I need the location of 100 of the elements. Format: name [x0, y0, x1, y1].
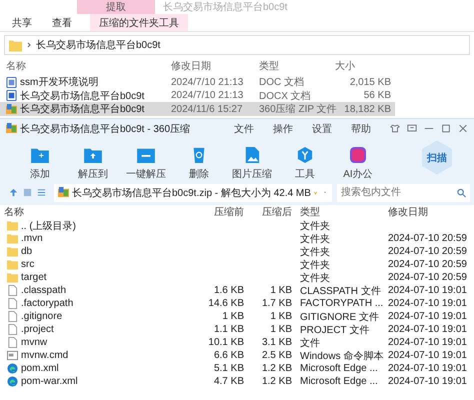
column-header[interactable]: 修改日期: [380, 204, 470, 218]
menu-item[interactable]: 帮助: [351, 122, 371, 136]
close-icon[interactable]: [458, 124, 468, 133]
file-type: 文件夹: [300, 234, 330, 244]
modified-date: 2024-07-10 19:01: [388, 362, 467, 374]
toolbar-button[interactable]: 图片压缩: [227, 146, 277, 180]
original-size: 10.1 KB: [208, 337, 244, 348]
file-name: ssm开发环境说明: [20, 76, 98, 89]
up-arrow-icon[interactable]: [9, 188, 18, 197]
file-size: 2,015 KB: [348, 76, 391, 88]
toolbar-button[interactable]: 删除: [174, 146, 224, 180]
window-title: 长乌交易市场信息平台b0c9t - 360压缩: [20, 122, 192, 136]
column-header[interactable]: 名称: [4, 204, 194, 218]
folder-icon: [137, 146, 155, 162]
file-row[interactable]: 长乌交易市场信息平台b0c9t 2024/11/6 15:27 360压缩 ZIP 文件 18,182 KB: [0, 102, 395, 116]
file-type: GITIGNORE 文件: [300, 312, 379, 322]
file-name: .classpath: [21, 285, 66, 296]
file-name: src: [21, 259, 34, 270]
modified-date: 2024-07-10 19:01: [388, 324, 467, 335]
file-name: pom.xml: [21, 362, 59, 374]
window-title: 长乌交易市场信息平台b0c9t: [163, 0, 288, 14]
file-name: pom-war.xml: [21, 376, 78, 386]
maximize-icon[interactable]: [441, 124, 451, 133]
file-name: 长乌交易市场信息平台b0c9t: [20, 102, 144, 116]
archive-icon: [6, 123, 17, 134]
file-type: DOCX 文档: [259, 90, 312, 102]
column-header[interactable]: 压缩前: [194, 204, 244, 218]
column-header[interactable]: 类型: [292, 204, 380, 218]
column-header[interactable]: 压缩后: [244, 204, 292, 218]
modified-date: 2024/11/6 15:27: [171, 104, 244, 114]
shirt-icon[interactable]: [390, 124, 400, 133]
ribbon-tab[interactable]: 共享: [4, 14, 40, 31]
file-type: 文件夹: [300, 246, 330, 258]
file-name: db: [21, 246, 32, 257]
column-header[interactable]: 类型: [259, 58, 335, 72]
file-size: 56 KB: [362, 90, 391, 101]
column-header[interactable]: 大小: [335, 58, 391, 72]
path-field[interactable]: 长乌交易市场信息平台b0c9t.zip - 解包大小为 42.4 MB: [54, 184, 332, 202]
compressed-size: 3.1 KB: [262, 337, 292, 348]
file-name: .gitignore: [21, 311, 62, 322]
original-size: 1.6 KB: [214, 285, 244, 296]
file-row[interactable]: 长乌交易市场信息平台b0c9t 2024/7/10 21:13 DOCX 文档 56 KB: [0, 88, 395, 102]
modified-date: 2024-07-10 19:01: [388, 311, 467, 322]
file-type: Windows 命令脚本: [300, 350, 384, 362]
archive-icon: [6, 104, 17, 114]
archive-icon: [58, 187, 69, 198]
modified-date: 2024/7/10 21:13: [171, 76, 244, 88]
file-row[interactable]: ssm开发环境说明 2024/7/10 21:13 DOC 文档 2,015 KB: [0, 75, 395, 88]
modified-date: 2024-07-10 19:01: [388, 337, 467, 348]
modified-date: 2024/7/10 21:13: [171, 90, 244, 101]
list-view-icon[interactable]: [37, 188, 46, 197]
file-type: Microsoft Edge ...: [300, 376, 378, 386]
file-type: 360压缩 ZIP 文件: [259, 102, 335, 116]
original-size: 6.6 KB: [214, 350, 244, 361]
compressed-size: 1.2 KB: [262, 362, 292, 374]
compressed-size: 1.2 KB: [262, 376, 292, 386]
file-type: 文件: [300, 338, 320, 348]
thumbnail-view-icon[interactable]: [23, 188, 32, 197]
compressed-size: 1 KB: [270, 311, 292, 322]
chevron-icon: [27, 42, 31, 48]
search-icon[interactable]: [454, 184, 470, 202]
toolbar-button[interactable]: AI办公: [333, 146, 383, 180]
toolbar-button[interactable]: 工具: [280, 146, 330, 180]
document-icon: [6, 90, 17, 101]
file-size: 18,182 KB: [343, 104, 391, 114]
contextual-tab-header: 提取: [77, 0, 155, 14]
column-header[interactable]: 修改日期: [171, 58, 259, 72]
file-type: Microsoft Edge ...: [300, 362, 378, 374]
modified-date: 2024-07-10 19:01: [388, 350, 467, 361]
modified-date: 2024-07-10 19:01: [388, 376, 467, 386]
menu-item[interactable]: 文件: [234, 122, 254, 136]
file-type: 文件夹: [300, 272, 330, 284]
file-type: PROJECT 文件: [300, 324, 370, 336]
original-size: 1.1 KB: [214, 324, 244, 335]
menu-item[interactable]: 操作: [273, 122, 293, 136]
chat-icon[interactable]: [407, 124, 417, 133]
column-header[interactable]: 名称: [6, 58, 171, 72]
archive-path: 长乌交易市场信息平台b0c9t.zip - 解包大小为 42.4 MB: [72, 186, 311, 200]
compressed-size: 2.5 KB: [262, 350, 292, 361]
hexagon-icon: [296, 146, 314, 162]
modified-date: 2024-07-10 20:59: [388, 259, 467, 270]
original-size: 5.1 KB: [214, 362, 244, 374]
image-file-icon: [243, 146, 261, 162]
compressed-size: 1 KB: [270, 324, 292, 335]
menu-item[interactable]: 设置: [312, 122, 332, 136]
toolbar-button[interactable]: 解压到: [68, 146, 118, 180]
address-bar[interactable]: 长乌交易市场信息平台b0c9t: [4, 35, 470, 55]
toolbar-button[interactable]: 添加: [15, 146, 65, 180]
file-name: .mvn: [21, 233, 43, 244]
search-field[interactable]: 搜索包内文件: [337, 184, 454, 202]
ribbon-tab[interactable]: 压缩的文件夹工具: [90, 14, 188, 31]
file-type: FACTORYPATH ...: [300, 298, 384, 308]
scan-button[interactable]: 扫描: [422, 140, 452, 174]
breadcrumb[interactable]: 长乌交易市场信息平台b0c9t: [36, 38, 160, 52]
add-folder-icon: [31, 146, 49, 162]
ribbon-tab[interactable]: 查看: [44, 14, 80, 31]
original-size: 1 KB: [222, 311, 244, 322]
file-type: 文件夹: [300, 220, 330, 232]
file-type: DOC 文档: [259, 76, 305, 89]
toolbar-button[interactable]: 一键解压: [121, 146, 171, 180]
